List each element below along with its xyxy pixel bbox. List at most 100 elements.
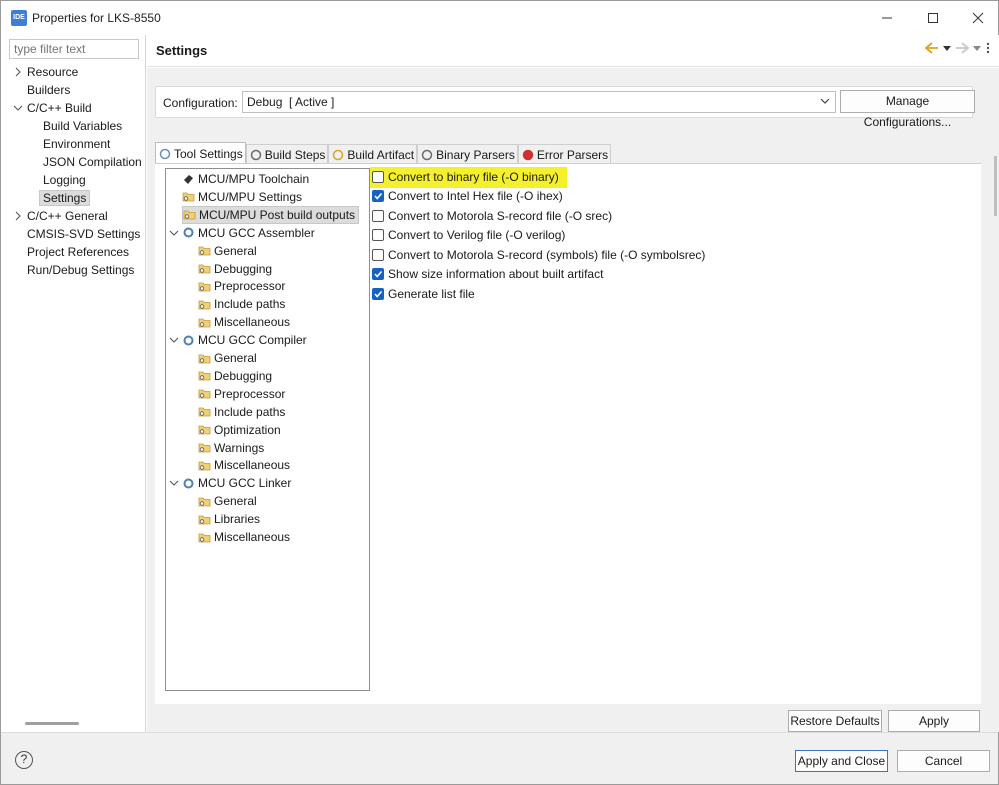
tool-gear-icon: [183, 227, 194, 238]
tool-tree[interactable]: MCU/MPU Toolchain MCU/MPU Settings MCU/MPU…: [165, 168, 370, 691]
left-tree-item[interactable]: Project References: [27, 243, 129, 261]
cancel-button[interactable]: Cancel: [897, 750, 990, 772]
tool-tree-item[interactable]: MCU GCC Assembler: [169, 224, 315, 242]
left-tree-item[interactable]: Settings: [39, 189, 91, 207]
back-menu-chevron-icon[interactable]: [943, 44, 951, 52]
left-tree-item[interactable]: C/C++ Build: [13, 99, 92, 117]
tool-tree-item[interactable]: MCU/MPU Settings: [182, 188, 302, 206]
tab-build-artifact[interactable]: Build Artifact: [328, 144, 418, 164]
tool-tree-item[interactable]: Miscellaneous: [198, 456, 290, 474]
tab-error-parsers[interactable]: Error Parsers: [517, 144, 612, 164]
left-tree-item[interactable]: Build Variables: [43, 117, 122, 135]
left-tree-item[interactable]: C/C++ General: [15, 207, 108, 225]
option-row[interactable]: Convert to Intel Hex file (-O ihex): [372, 187, 563, 205]
close-button[interactable]: [955, 1, 999, 35]
tool-tree-label: MCU/MPU Toolchain: [198, 172, 310, 186]
option-row[interactable]: Convert to Motorola S-record (symbols) f…: [372, 246, 705, 264]
tab-binary-parsers[interactable]: Binary Parsers: [417, 144, 518, 164]
apply-and-close-button[interactable]: Apply and Close: [795, 750, 888, 772]
option-checkbox[interactable]: [372, 210, 384, 222]
option-row[interactable]: Show size information about built artifa…: [372, 265, 603, 283]
tool-tree-item[interactable]: Miscellaneous: [198, 313, 290, 331]
view-menu-icon[interactable]: [985, 41, 991, 55]
tool-tree-item[interactable]: MCU GCC Linker: [169, 474, 291, 492]
checkmark-icon: [374, 290, 383, 298]
title-bar: IDE Properties for LKS-8550: [1, 1, 998, 35]
left-tree-item[interactable]: Environment: [43, 135, 110, 153]
option-checkbox[interactable]: [372, 249, 384, 261]
option-row[interactable]: Convert to Motorola S-record file (-O sr…: [372, 207, 612, 225]
chevron-down-icon[interactable]: [169, 228, 179, 238]
tab-tool-settings[interactable]: Tool Settings: [155, 142, 246, 164]
folder-gear-icon: [198, 264, 211, 274]
chevron-down-icon[interactable]: [13, 103, 23, 113]
close-icon: [972, 12, 984, 24]
left-tree-item[interactable]: Logging: [43, 171, 86, 189]
tool-tree-label: Debugging: [214, 261, 273, 276]
tool-tree-item[interactable]: Include paths: [198, 403, 285, 421]
filter-input[interactable]: [9, 39, 139, 59]
option-label: Convert to binary file (-O binary): [388, 170, 559, 184]
horizontal-scrollbar[interactable]: [25, 722, 79, 725]
chevron-down-icon[interactable]: [169, 335, 179, 345]
history-nav: [925, 41, 991, 55]
left-tree-item[interactable]: Resource: [15, 63, 79, 81]
option-checkbox[interactable]: [372, 171, 384, 183]
chevron-right-icon[interactable]: [13, 67, 23, 77]
tool-tree-item[interactable]: MCU/MPU Post build outputs: [182, 205, 360, 224]
forward-menu-chevron-icon[interactable]: [973, 44, 981, 52]
tool-tree-item[interactable]: Preprocessor: [198, 277, 285, 295]
folder-gear-icon: [198, 246, 211, 256]
chevron-right-icon[interactable]: [13, 211, 23, 221]
help-icon[interactable]: ?: [15, 751, 33, 769]
option-row[interactable]: Convert to Verilog file (-O verilog): [372, 226, 565, 244]
folder-gear-icon: [198, 515, 211, 524]
tool-tree-item[interactable]: General: [198, 242, 257, 260]
minimize-button[interactable]: [864, 1, 910, 35]
tool-tree-item[interactable]: Optimization: [198, 421, 281, 439]
tool-tree-item[interactable]: General: [198, 492, 257, 510]
forward-icon[interactable]: [955, 42, 969, 54]
property-page-tree: Resource Builders C/C++ Build Build Variabl…: [3, 35, 146, 732]
option-row[interactable]: Convert to binary file (-O binary): [372, 168, 559, 186]
tool-tree-label: MCU/MPU Post build outputs: [199, 207, 356, 222]
left-tree-item[interactable]: CMSIS-SVD Settings: [27, 225, 140, 243]
tool-tree-item[interactable]: MCU GCC Compiler: [169, 331, 307, 349]
left-tree-label: Environment: [43, 137, 111, 151]
dialog-button-bar: ? Apply and Close Cancel: [1, 732, 998, 784]
tool-gear-icon: [183, 335, 194, 346]
maximize-icon: [928, 13, 938, 23]
tool-tree-item[interactable]: Preprocessor: [198, 385, 285, 403]
manage-configurations-button[interactable]: Manage Configurations...: [840, 90, 975, 129]
left-tree-item[interactable]: JSON Compilation: [43, 153, 142, 171]
restore-defaults-button[interactable]: Restore Defaults: [788, 710, 882, 732]
configuration-value: Debug [ Active ]: [247, 95, 335, 109]
tool-tree-item[interactable]: General: [198, 349, 257, 367]
folder-gear-icon: [198, 389, 211, 399]
toolchain-icon: [184, 174, 193, 184]
tool-tree-item[interactable]: Libraries: [198, 510, 260, 528]
tool-tree-item[interactable]: Miscellaneous: [198, 528, 290, 546]
chevron-down-icon[interactable]: [169, 478, 179, 488]
option-checkbox[interactable]: [372, 268, 384, 280]
configuration-select[interactable]: Debug [ Active ]: [242, 91, 836, 113]
maximize-button[interactable]: [910, 1, 956, 35]
option-checkbox[interactable]: [372, 190, 384, 202]
left-tree-label: Resource: [27, 65, 79, 79]
option-checkbox[interactable]: [372, 288, 384, 300]
option-label: Convert to Intel Hex file (-O ihex): [388, 189, 563, 203]
tool-tree-item[interactable]: Debugging: [198, 367, 272, 385]
apply-button[interactable]: Apply: [888, 710, 980, 732]
tool-tree-item[interactable]: Warnings: [198, 439, 264, 457]
option-checkbox[interactable]: [372, 229, 384, 241]
tool-tree-item[interactable]: Debugging: [198, 260, 272, 278]
back-icon[interactable]: [925, 42, 939, 54]
tool-tree-item[interactable]: MCU/MPU Toolchain: [182, 170, 309, 188]
folder-gear-icon: [198, 318, 211, 328]
option-row[interactable]: Generate list file: [372, 285, 475, 303]
tool-tree-item[interactable]: Include paths: [198, 295, 285, 313]
left-tree-item[interactable]: Run/Debug Settings: [27, 261, 134, 279]
left-tree-item[interactable]: Builders: [27, 81, 70, 99]
vertical-scrollbar[interactable]: [994, 156, 997, 216]
tab-build-steps[interactable]: Build Steps: [245, 144, 329, 164]
